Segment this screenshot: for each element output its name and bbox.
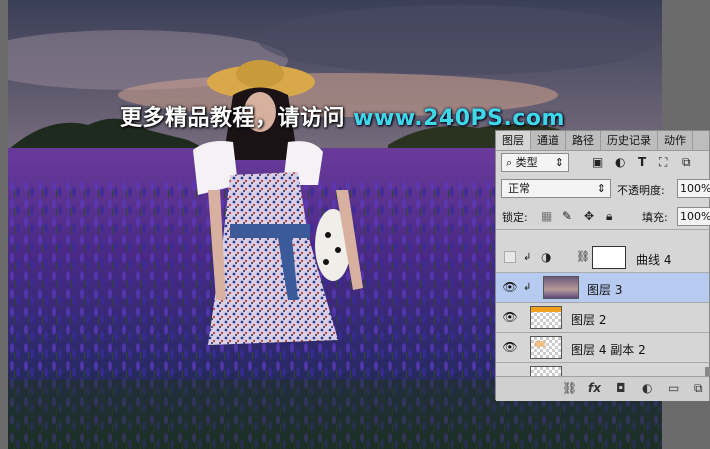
layer-name: 图层 4 副本 2: [571, 343, 646, 357]
filter-row: ⌕ 类型 ⇕ ▣ ◐ T ⛶ ⧉: [496, 152, 710, 174]
filter-kind-select[interactable]: ⌕ 类型 ⇕: [501, 153, 569, 172]
panel-tabs: 图层 通道 路径 历史记录 动作: [496, 131, 709, 151]
layer-name: 图层 3: [587, 283, 623, 297]
fx-icon[interactable]: fx: [588, 381, 601, 395]
layer-name: 图层 2: [571, 313, 607, 327]
layer-list: ↲ ◑ ⛓ 曲线 4 👁︎ ↲ 图层 3 👁︎ 图层 2 👁︎ 图层 4 副本 …: [496, 239, 710, 376]
opacity-label: 不透明度:: [617, 184, 665, 197]
adjust-filter-icon[interactable]: ◐: [615, 155, 625, 169]
layer-row-curves-4[interactable]: ↲ ◑ ⛓ 曲线 4: [496, 243, 709, 273]
link-icon[interactable]: ⛓: [562, 381, 577, 395]
new-adjust-icon[interactable]: ◐: [642, 381, 652, 395]
opacity-input[interactable]: 100%: [677, 179, 710, 198]
tab-layers[interactable]: 图层: [496, 131, 531, 150]
clip-arrow-icon: ↲: [523, 282, 532, 293]
layer-name: 曲线 4: [636, 253, 672, 267]
brush-icon[interactable]: ✎: [562, 209, 572, 223]
move-icon[interactable]: ✥: [584, 209, 594, 223]
eye-icon[interactable]: 👁︎: [501, 279, 519, 295]
layer-row-layer-4-copy-2[interactable]: 👁︎ 图层 4 副本 2: [496, 333, 709, 363]
visibility-toggle[interactable]: [504, 251, 516, 263]
watermark-banner: 更多精品教程，请访问 www.240PS.com: [120, 100, 564, 132]
clip-arrow-icon: ↲: [523, 252, 532, 263]
layer-row-partial[interactable]: [496, 363, 709, 376]
mask-icon[interactable]: ◘: [616, 381, 626, 395]
layer-row-layer-2[interactable]: 👁︎ 图层 2: [496, 303, 709, 333]
blend-row: 正常 ⇕ 不透明度: 100%: [496, 177, 710, 199]
eye-icon[interactable]: 👁︎: [501, 339, 519, 355]
chevron-updown-icon: ⇕: [596, 182, 606, 195]
eye-icon[interactable]: 👁︎: [501, 309, 519, 325]
layer-thumbnail: [530, 306, 562, 329]
tab-actions[interactable]: 动作: [658, 131, 693, 150]
blend-mode-value: 正常: [508, 182, 530, 195]
lock-row: 锁定: ▦ ✎ ✥ 🔒︎ 填充: 100%: [496, 205, 710, 230]
curves-icon: ◑: [541, 250, 552, 264]
fill-label: 填充:: [642, 211, 668, 224]
banner-text: 更多精品教程，请访问: [120, 106, 354, 131]
search-icon: ⌕: [506, 156, 513, 169]
layer-thumbnail: [543, 276, 579, 299]
lock-all-icon[interactable]: 🔒︎: [606, 209, 612, 223]
text-filter-icon[interactable]: T: [638, 155, 646, 169]
layer-thumbnail: [530, 336, 562, 359]
image-filter-icon[interactable]: ▣: [592, 155, 603, 169]
layers-panel: 图层 通道 路径 历史记录 动作 ⌕ 类型 ⇕ ▣ ◐ T ⛶ ⧉ 正常 ⇕ 不…: [495, 130, 710, 401]
layer-row-layer-3[interactable]: 👁︎ ↲ 图层 3: [496, 273, 709, 303]
mask-thumbnail: [592, 246, 626, 269]
filter-kind-value: 类型: [515, 156, 538, 169]
layer-thumbnail: [530, 366, 562, 376]
tab-paths[interactable]: 路径: [566, 131, 601, 150]
folder-icon[interactable]: ▭: [668, 381, 679, 395]
link-icon: ⛓: [576, 250, 590, 263]
tab-channels[interactable]: 通道: [531, 131, 566, 150]
layers-bottom-bar: ⛓ fx ◘ ◐ ▭ ⧉: [496, 376, 709, 401]
blend-mode-select[interactable]: 正常 ⇕: [501, 179, 611, 198]
fill-input[interactable]: 100%: [677, 207, 710, 226]
shape-filter-icon[interactable]: ⛶: [659, 155, 667, 169]
banner-url: www.240PS.com: [353, 106, 565, 131]
new-layer-icon[interactable]: ⧉: [694, 381, 703, 396]
lock-label: 锁定:: [502, 211, 528, 224]
chevron-updown-icon: ⇕: [554, 156, 564, 169]
lock-pixels-icon[interactable]: ▦: [541, 209, 552, 223]
smart-filter-icon[interactable]: ⧉: [682, 155, 691, 169]
tab-history[interactable]: 历史记录: [601, 131, 658, 150]
